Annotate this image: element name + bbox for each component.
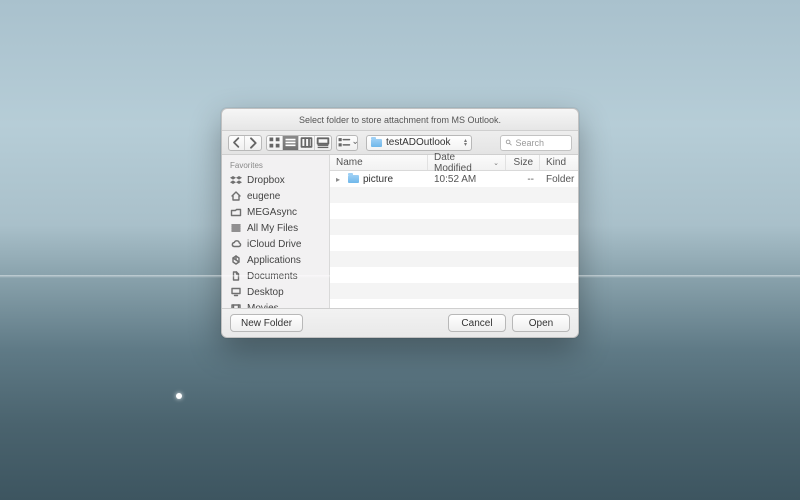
sidebar-item-label: Dropbox bbox=[247, 175, 285, 186]
sidebar-section-header: Favorites bbox=[222, 159, 329, 172]
movies-icon bbox=[230, 302, 242, 308]
sync-folder-icon bbox=[230, 206, 242, 218]
desktop-background: Select folder to store attachment from M… bbox=[0, 0, 800, 500]
nav-segmented bbox=[228, 135, 262, 151]
sidebar-item-label: Documents bbox=[247, 271, 298, 282]
file-list: Name Date Modified ⌄ Size Kind ▸ picture bbox=[330, 155, 578, 308]
arrange-icon bbox=[337, 136, 352, 149]
table-row bbox=[330, 235, 578, 251]
documents-icon bbox=[230, 270, 242, 282]
sidebar-item-megasync[interactable]: MEGAsync bbox=[222, 204, 329, 220]
sidebar-item-label: Movies bbox=[247, 303, 279, 309]
home-icon bbox=[230, 190, 242, 202]
sidebar-item-label: Applications bbox=[247, 255, 301, 266]
table-row bbox=[330, 203, 578, 219]
open-button[interactable]: Open bbox=[512, 314, 570, 332]
list-icon bbox=[283, 135, 298, 150]
chevron-right-icon bbox=[245, 135, 261, 151]
chevron-left-icon bbox=[229, 135, 244, 150]
cloud-icon bbox=[230, 238, 242, 250]
coverflow-icon bbox=[315, 135, 331, 151]
footer: New Folder Cancel Open bbox=[222, 309, 578, 337]
grid-icon bbox=[267, 135, 282, 150]
file-date: 10:52 AM bbox=[434, 174, 476, 185]
table-row bbox=[330, 219, 578, 235]
desktop-icon bbox=[230, 286, 242, 298]
table-row[interactable]: ▸ picture 10:52 AM -- Folder bbox=[330, 171, 578, 187]
sidebar-item-allmyfiles[interactable]: All My Files bbox=[222, 220, 329, 236]
new-folder-button[interactable]: New Folder bbox=[230, 314, 303, 332]
search-field[interactable] bbox=[500, 135, 572, 151]
coverflow-view-button[interactable] bbox=[315, 136, 331, 150]
column-header-size[interactable]: Size bbox=[506, 155, 540, 170]
disclosure-triangle-icon[interactable]: ▸ bbox=[336, 175, 344, 184]
table-row bbox=[330, 299, 578, 308]
search-icon bbox=[505, 138, 512, 147]
columns-icon bbox=[299, 135, 314, 150]
search-input[interactable] bbox=[515, 138, 567, 148]
table-row bbox=[330, 267, 578, 283]
arrange-button[interactable] bbox=[337, 136, 357, 150]
forward-button[interactable] bbox=[245, 136, 261, 150]
dropbox-icon bbox=[230, 174, 242, 186]
sidebar-item-label: Desktop bbox=[247, 287, 284, 298]
path-popup[interactable]: testADOutlook ▴▾ bbox=[366, 135, 472, 151]
sidebar-item-applications[interactable]: Applications bbox=[222, 252, 329, 268]
sidebar-item-movies[interactable]: Movies bbox=[222, 300, 329, 308]
sidebar-item-home[interactable]: eugene bbox=[222, 188, 329, 204]
sidebar-item-label: eugene bbox=[247, 191, 280, 202]
sidebar-item-desktop[interactable]: Desktop bbox=[222, 284, 329, 300]
icon-view-button[interactable] bbox=[267, 136, 283, 150]
sidebar-item-icloud[interactable]: iCloud Drive bbox=[222, 236, 329, 252]
updown-icon: ▴▾ bbox=[464, 139, 467, 147]
arrange-segmented bbox=[336, 135, 358, 151]
sidebar-item-label: MEGAsync bbox=[247, 207, 297, 218]
sidebar-item-documents[interactable]: Documents bbox=[222, 268, 329, 284]
table-row bbox=[330, 283, 578, 299]
column-header-kind[interactable]: Kind bbox=[540, 155, 578, 170]
panel-body: Favorites Dropbox eugene bbox=[222, 155, 578, 309]
toolbar: testADOutlook ▴▾ bbox=[222, 131, 578, 155]
column-view-button[interactable] bbox=[299, 136, 315, 150]
list-view-button[interactable] bbox=[283, 136, 299, 150]
sidebar-item-label: iCloud Drive bbox=[247, 239, 301, 250]
column-header-name[interactable]: Name bbox=[330, 155, 428, 170]
file-kind: Folder bbox=[546, 174, 574, 185]
applications-icon bbox=[230, 254, 242, 266]
file-name: picture bbox=[363, 174, 393, 185]
sidebar: Favorites Dropbox eugene bbox=[222, 155, 330, 308]
back-button[interactable] bbox=[229, 136, 245, 150]
open-panel-window: Select folder to store attachment from M… bbox=[221, 108, 579, 338]
cursor-hotspot bbox=[176, 393, 182, 399]
folder-icon bbox=[371, 139, 382, 147]
sidebar-item-label: All My Files bbox=[247, 223, 298, 234]
folder-icon bbox=[348, 175, 359, 183]
chevron-down-icon bbox=[353, 140, 357, 146]
path-popup-label: testADOutlook bbox=[386, 137, 450, 148]
window-title: Select folder to store attachment from M… bbox=[299, 115, 501, 125]
sort-caret-down-icon: ⌄ bbox=[493, 159, 499, 167]
view-segmented bbox=[266, 135, 332, 151]
file-rows: ▸ picture 10:52 AM -- Folder bbox=[330, 171, 578, 308]
cancel-button[interactable]: Cancel bbox=[448, 314, 506, 332]
all-my-files-icon bbox=[230, 222, 242, 234]
table-row bbox=[330, 251, 578, 267]
column-header-date[interactable]: Date Modified ⌄ bbox=[428, 155, 506, 170]
sidebar-item-dropbox[interactable]: Dropbox bbox=[222, 172, 329, 188]
file-size: -- bbox=[527, 174, 534, 185]
column-headers: Name Date Modified ⌄ Size Kind bbox=[330, 155, 578, 171]
table-row bbox=[330, 187, 578, 203]
window-titlebar: Select folder to store attachment from M… bbox=[222, 109, 578, 131]
